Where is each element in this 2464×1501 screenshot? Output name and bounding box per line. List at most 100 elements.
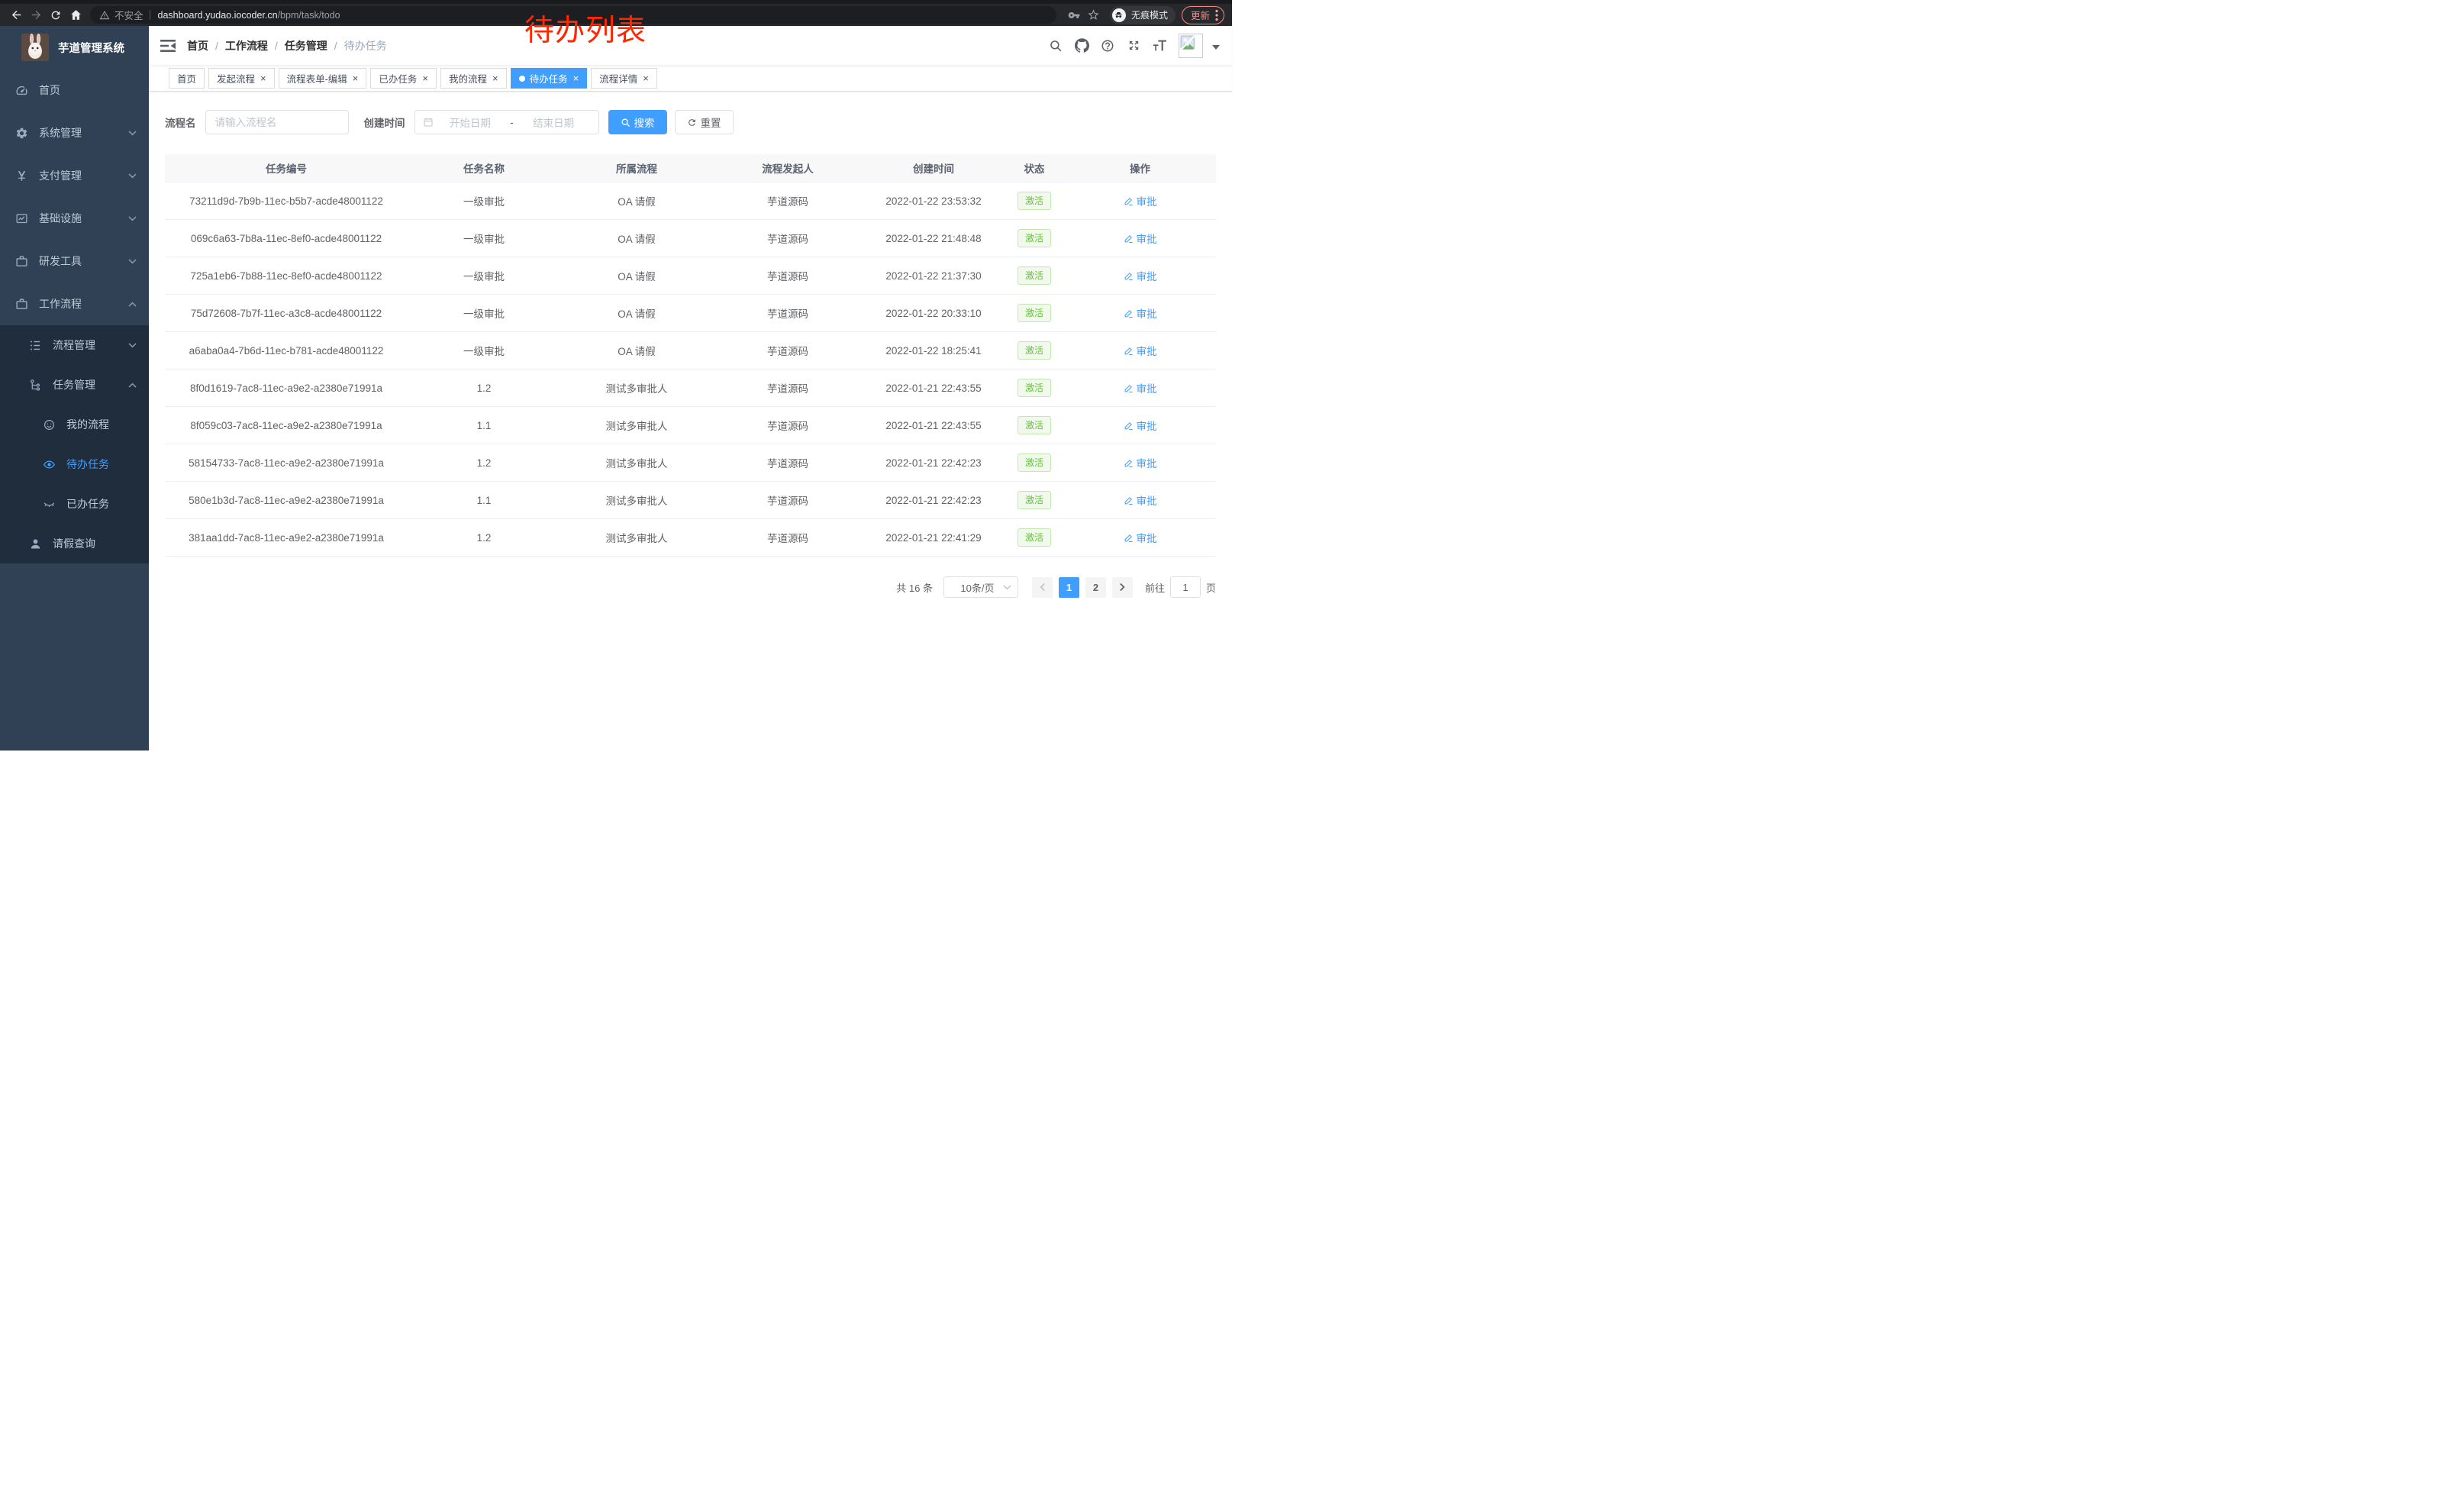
eye-icon bbox=[43, 458, 56, 471]
close-icon[interactable]: × bbox=[260, 73, 266, 83]
sidebar-item-home[interactable]: 首页 bbox=[0, 69, 149, 111]
task-id-cell: 381aa1dd-7ac8-11ec-a9e2-a2380e71991a bbox=[165, 532, 408, 544]
close-icon[interactable]: × bbox=[573, 73, 579, 83]
top-navbar: 首页 / 工作流程 / 任务管理 / 待办任务 bbox=[149, 26, 1232, 66]
tab-my-process[interactable]: 我的流程× bbox=[440, 68, 507, 89]
approve-link[interactable]: 审批 bbox=[1124, 193, 1157, 208]
sidebar-item-leave-query[interactable]: 请假查询 bbox=[0, 524, 149, 563]
user-avatar[interactable] bbox=[1179, 34, 1203, 58]
browser-menu-icon[interactable] bbox=[1215, 9, 1218, 21]
breadcrumb-separator: / bbox=[334, 40, 337, 52]
sidebar-item-payment[interactable]: 支付管理 bbox=[0, 154, 149, 197]
chevron-down-icon bbox=[128, 343, 137, 348]
approve-link[interactable]: 审批 bbox=[1124, 305, 1157, 321]
approve-link[interactable]: 审批 bbox=[1124, 231, 1157, 246]
date-range-picker[interactable]: 开始日期 - 结束日期 bbox=[414, 110, 599, 134]
sidebar-item-workflow[interactable]: 工作流程 bbox=[0, 282, 149, 325]
task-id-cell: a6aba0a4-7b6d-11ec-b781-acde48001122 bbox=[165, 345, 408, 357]
github-link[interactable] bbox=[1069, 33, 1095, 59]
goto-page-input[interactable] bbox=[1170, 576, 1201, 598]
status-badge: 激活 bbox=[1018, 416, 1051, 434]
close-icon[interactable]: × bbox=[492, 73, 498, 83]
starter-cell: 芋道源码 bbox=[713, 268, 863, 283]
tab-process-detail[interactable]: 流程详情× bbox=[591, 68, 657, 89]
column-header-actions: 操作 bbox=[1064, 160, 1216, 176]
page-content: 流程名 创建时间 开始日期 - 结束日期 搜索 重置 bbox=[149, 92, 1232, 750]
tab-home[interactable]: 首页 bbox=[169, 68, 205, 89]
process-name-input[interactable] bbox=[205, 110, 349, 134]
active-tab-dot bbox=[519, 76, 525, 82]
header-search-button[interactable] bbox=[1043, 33, 1069, 59]
sidebar-toggle-button[interactable] bbox=[149, 26, 187, 65]
browser-forward-button[interactable] bbox=[26, 6, 46, 24]
task-name-cell: 一级审批 bbox=[408, 268, 560, 283]
prev-page-button[interactable] bbox=[1032, 577, 1053, 598]
status-badge: 激活 bbox=[1018, 491, 1051, 509]
sidebar-item-my-process[interactable]: 我的流程 bbox=[0, 405, 149, 444]
approve-link[interactable]: 审批 bbox=[1124, 268, 1157, 283]
column-header-status: 状态 bbox=[1005, 160, 1064, 176]
browser-update-button[interactable]: 更新 bbox=[1182, 6, 1224, 24]
tab-process-form-edit[interactable]: 流程表单-编辑× bbox=[279, 68, 367, 89]
help-button[interactable] bbox=[1095, 33, 1121, 59]
reset-button[interactable]: 重置 bbox=[675, 110, 734, 134]
table-row: 58154733-7ac8-11ec-a9e2-a2380e71991a 1.2… bbox=[165, 444, 1216, 482]
sidebar-logo[interactable]: 芋道管理系统 bbox=[0, 26, 149, 69]
broken-image-icon bbox=[1180, 35, 1195, 50]
create-time-cell: 2022-01-21 22:42:23 bbox=[863, 495, 1005, 506]
chevron-down-icon bbox=[128, 131, 137, 136]
my-process-face-icon bbox=[43, 418, 56, 431]
tab-start-process[interactable]: 发起流程× bbox=[208, 68, 275, 89]
breadcrumb-task-management[interactable]: 任务管理 bbox=[285, 38, 327, 53]
create-time-cell: 2022-01-22 21:48:48 bbox=[863, 233, 1005, 244]
incognito-icon bbox=[1112, 8, 1126, 22]
user-menu-caret-icon[interactable] bbox=[1212, 45, 1220, 50]
task-name-cell: 1.2 bbox=[408, 457, 560, 469]
sidebar-item-dev-tools[interactable]: 研发工具 bbox=[0, 240, 149, 282]
fullscreen-icon bbox=[1127, 39, 1140, 52]
sidebar-item-process-management[interactable]: 流程管理 bbox=[0, 325, 149, 365]
chevron-down-icon bbox=[128, 259, 137, 264]
tab-done-tasks[interactable]: 已办任务× bbox=[370, 68, 437, 89]
approve-link[interactable]: 审批 bbox=[1124, 530, 1157, 545]
page-button-1[interactable]: 1 bbox=[1059, 577, 1079, 598]
browser-back-button[interactable] bbox=[6, 6, 26, 24]
sidebar-item-task-management[interactable]: 任务管理 bbox=[0, 365, 149, 405]
close-icon[interactable]: × bbox=[643, 73, 649, 83]
breadcrumb-home[interactable]: 首页 bbox=[187, 38, 208, 53]
approve-link[interactable]: 审批 bbox=[1124, 492, 1157, 508]
starter-cell: 芋道源码 bbox=[713, 193, 863, 208]
sidebar-item-done-tasks[interactable]: 已办任务 bbox=[0, 484, 149, 524]
sidebar-item-todo-tasks[interactable]: 待办任务 bbox=[0, 444, 149, 484]
page-size-select[interactable]: 10条/页 bbox=[943, 576, 1018, 598]
close-icon[interactable]: × bbox=[353, 73, 359, 83]
approve-link[interactable]: 审批 bbox=[1124, 418, 1157, 433]
breadcrumb-workflow[interactable]: 工作流程 bbox=[225, 38, 268, 53]
browser-home-button[interactable] bbox=[66, 6, 85, 24]
fullscreen-button[interactable] bbox=[1121, 33, 1147, 59]
sidebar-item-system[interactable]: 系统管理 bbox=[0, 111, 149, 154]
approve-link[interactable]: 审批 bbox=[1124, 343, 1157, 358]
next-page-button[interactable] bbox=[1112, 577, 1133, 598]
status-badge: 激活 bbox=[1018, 528, 1051, 547]
create-time-cell: 2022-01-22 23:53:32 bbox=[863, 195, 1005, 207]
close-icon[interactable]: × bbox=[422, 73, 428, 83]
sidebar-item-label: 首页 bbox=[39, 82, 60, 98]
security-label: 不安全 bbox=[114, 8, 144, 22]
approve-link[interactable]: 审批 bbox=[1124, 455, 1157, 470]
workflow-icon bbox=[15, 298, 28, 311]
search-button[interactable]: 搜索 bbox=[608, 110, 667, 134]
browser-reload-button[interactable] bbox=[46, 6, 66, 24]
approve-link[interactable]: 审批 bbox=[1124, 380, 1157, 395]
password-manager-button[interactable] bbox=[1064, 6, 1084, 24]
status-badge: 激活 bbox=[1018, 341, 1051, 360]
bookmark-button[interactable] bbox=[1084, 6, 1104, 24]
eye-closed-icon bbox=[43, 498, 56, 511]
font-size-button[interactable] bbox=[1147, 33, 1172, 59]
process-name-label: 流程名 bbox=[165, 115, 196, 130]
forward-arrow-icon bbox=[30, 8, 43, 21]
page-button-2[interactable]: 2 bbox=[1085, 577, 1106, 598]
tab-todo-tasks[interactable]: 待办任务× bbox=[511, 68, 588, 89]
sidebar-item-infrastructure[interactable]: 基础设施 bbox=[0, 197, 149, 240]
chevron-up-icon bbox=[128, 383, 137, 388]
